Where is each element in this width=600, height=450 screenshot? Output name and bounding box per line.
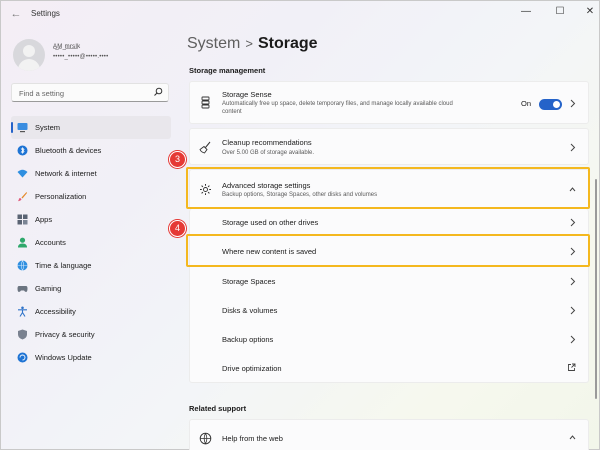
storage-sense-description: Automatically free up space, delete temp…: [222, 101, 453, 115]
sidebar-item-bluetooth[interactable]: Bluetooth & devices: [11, 139, 171, 162]
apps-icon: [17, 214, 28, 225]
sidebar-item-label: Bluetooth & devices: [35, 146, 102, 155]
shield-icon: [18, 329, 27, 340]
sidebar-item-label: Gaming: [35, 284, 62, 293]
list-item-storage-spaces[interactable]: Storage Spaces: [190, 267, 588, 295]
step-3-badge: 3: [169, 151, 186, 168]
section-heading-related-support: Related support: [189, 404, 247, 413]
sidebar-item-label: Accessibility: [35, 307, 76, 316]
external-link-icon: [568, 363, 576, 371]
sidebar-item-label: Accounts: [35, 238, 66, 247]
sub-item-label: Storage used on other drives: [222, 218, 319, 227]
drive-stack-icon: [201, 96, 210, 109]
monitor-icon: [17, 123, 28, 133]
cleanup-recommendations-card[interactable]: Cleanup recommendations Over 5.00 GB of …: [189, 128, 589, 165]
sidebar-item-accounts[interactable]: Accounts: [11, 231, 171, 254]
list-item-storage-other-drives[interactable]: Storage used on other drives: [190, 209, 588, 237]
sidebar-item-label: Network & internet: [35, 169, 97, 178]
chevron-right-icon: [570, 99, 576, 108]
title-bar: ← Settings — ☐ ✕: [1, 1, 600, 27]
sidebar-item-windows-update[interactable]: Windows Update: [11, 346, 171, 369]
sub-item-label: Drive optimization: [222, 364, 282, 373]
settings-window: ← Settings — ☐ ✕ A̲̲M̲ ̲m̲r̲s̲l̲k •••••_…: [0, 0, 600, 450]
sidebar-item-accessibility[interactable]: Accessibility: [11, 300, 171, 323]
toggle-knob: [553, 101, 560, 108]
wifi-icon: [17, 169, 28, 178]
help-from-web-card[interactable]: Help from the web: [189, 419, 589, 450]
maximize-button[interactable]: ☐: [549, 4, 571, 20]
sidebar-item-gaming[interactable]: Gaming: [11, 277, 171, 300]
sidebar-nav: System Bluetooth & devices Network & int…: [11, 116, 171, 369]
cleanup-description: Over 5.00 GB of storage available.: [222, 150, 315, 156]
sub-item-label: Storage Spaces: [222, 277, 276, 286]
minimize-button[interactable]: —: [515, 4, 537, 20]
user-name: A̲̲M̲ ̲m̲r̲s̲l̲k: [53, 44, 81, 50]
avatar[interactable]: [13, 39, 45, 71]
highlight-box-advanced-storage: [186, 167, 590, 209]
bluetooth-icon: [17, 145, 28, 156]
close-button[interactable]: ✕: [579, 4, 600, 20]
page-title: Storage: [257, 35, 318, 52]
highlight-box-new-content: [186, 234, 590, 267]
person-icon: [18, 237, 27, 248]
chevron-right-icon: [570, 335, 576, 344]
help-from-web-title: Help from the web: [222, 434, 283, 443]
sub-item-label: Disks & volumes: [222, 306, 278, 315]
scrollbar[interactable]: [595, 179, 597, 399]
avatar-body: [18, 59, 40, 71]
sidebar-item-time-language[interactable]: Time & language: [11, 254, 171, 277]
broom-icon: [199, 141, 211, 154]
sidebar-item-apps[interactable]: Apps: [11, 208, 171, 231]
sidebar-item-label: Apps: [35, 215, 53, 224]
breadcrumb-separator: >: [245, 36, 253, 51]
section-heading-storage-management: Storage management: [189, 66, 266, 75]
sidebar-item-system[interactable]: System: [11, 116, 171, 139]
breadcrumb-parent[interactable]: System: [187, 35, 240, 52]
chevron-up-icon: [569, 435, 576, 440]
storage-sense-toggle[interactable]: [539, 99, 562, 110]
window-title: Settings: [31, 9, 60, 18]
sidebar-item-label: Privacy & security: [35, 330, 95, 339]
list-item-backup-options[interactable]: Backup options: [190, 325, 588, 353]
back-button[interactable]: ←: [9, 7, 23, 21]
sub-item-label: Backup options: [222, 335, 274, 344]
sidebar-item-label: Windows Update: [35, 353, 92, 362]
search-input[interactable]: Find a setting: [11, 83, 169, 102]
sidebar-item-privacy[interactable]: Privacy & security: [11, 323, 171, 346]
list-item-disks-volumes[interactable]: Disks & volumes: [190, 296, 588, 324]
user-email: •••••_•••••@•••••.••••: [53, 54, 109, 60]
storage-sense-card[interactable]: Storage Sense Automatically free up spac…: [189, 81, 589, 124]
search-placeholder: Find a setting: [19, 89, 65, 98]
update-icon: [17, 352, 28, 363]
sidebar-item-network[interactable]: Network & internet: [11, 162, 171, 185]
brush-icon: [18, 192, 27, 202]
globe-clock-icon: [17, 260, 28, 271]
chevron-right-icon: [570, 143, 576, 152]
sidebar-item-label: Personalization: [35, 192, 87, 201]
globe-icon: [199, 432, 212, 445]
storage-sense-title: Storage Sense: [222, 90, 272, 99]
chevron-right-icon: [570, 277, 576, 286]
sidebar-item-label: System: [35, 123, 61, 132]
gamepad-icon: [17, 286, 28, 292]
avatar-head: [23, 45, 35, 57]
storage-sense-toggle-label: On: [521, 99, 532, 108]
breadcrumb: System > Storage: [187, 35, 318, 53]
step-4-badge: 4: [169, 220, 186, 237]
chevron-right-icon: [570, 218, 576, 227]
sidebar-item-personalization[interactable]: Personalization: [11, 185, 171, 208]
list-item-drive-optimization[interactable]: Drive optimization: [190, 354, 588, 382]
chevron-right-icon: [570, 306, 576, 315]
cleanup-title: Cleanup recommendations: [222, 138, 312, 147]
sidebar-item-label: Time & language: [35, 261, 92, 270]
accessibility-icon: [18, 306, 27, 317]
search-icon[interactable]: [153, 87, 163, 97]
